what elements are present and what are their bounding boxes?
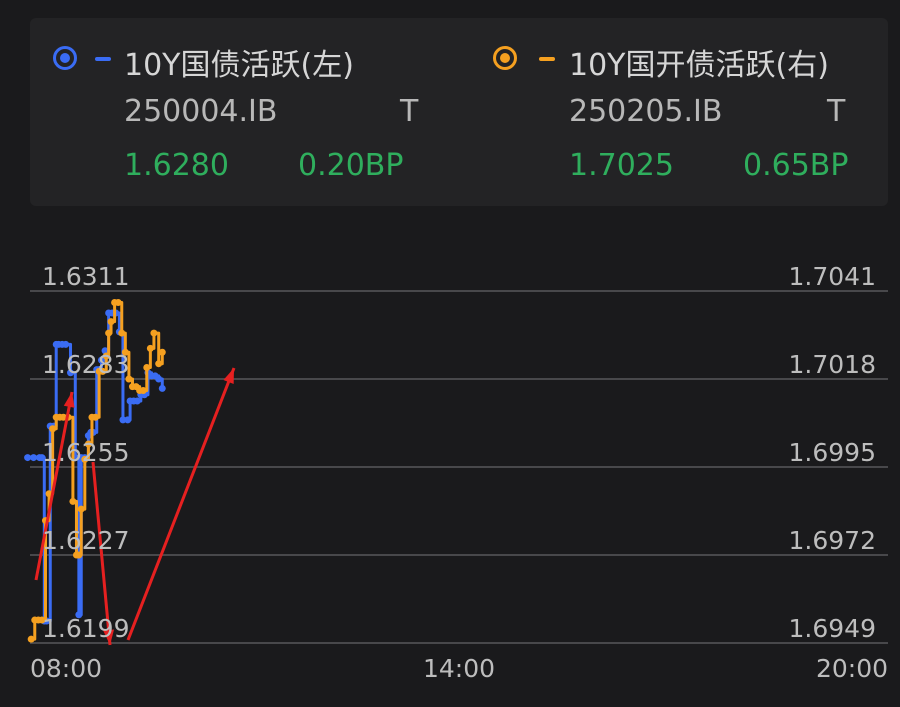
right-axis-tick: 1.6972	[789, 526, 876, 555]
data-point	[158, 384, 166, 392]
data-point	[158, 348, 166, 356]
data-point	[107, 318, 115, 326]
data-point	[139, 386, 147, 394]
arrow-head	[223, 368, 234, 384]
x-axis-tick: 14:00	[423, 654, 495, 683]
data-point	[114, 298, 122, 306]
x-axis-tick: 20:00	[816, 654, 888, 683]
left-axis-tick: 1.6227	[42, 526, 129, 555]
left-axis-tick: 1.6199	[42, 614, 129, 643]
left-axis-tick: 1.6255	[42, 438, 129, 467]
right-axis-tick: 1.7041	[789, 262, 876, 291]
axis-labels: 1.6311 1.6283 1.6255 1.6227 1.6199 1.7041 1.70…	[30, 262, 888, 683]
annotation-arrows	[34, 367, 236, 646]
data-point	[155, 360, 163, 368]
left-axis-tick: 1.6283	[42, 350, 129, 379]
data-point	[143, 364, 151, 372]
data-point	[62, 340, 70, 348]
data-point	[92, 413, 100, 421]
data-point	[118, 329, 126, 337]
right-axis-tick: 1.7018	[789, 350, 876, 379]
data-point	[77, 505, 85, 513]
data-point	[146, 344, 154, 352]
data-point	[133, 397, 141, 405]
data-point	[105, 329, 113, 337]
data-point	[30, 454, 38, 462]
right-axis-tick: 1.6949	[789, 614, 876, 643]
intraday-yield-chart[interactable]: 1.6311 1.6283 1.6255 1.6227 1.6199 1.7041 1.70…	[0, 0, 900, 707]
x-axis-tick: 08:00	[30, 654, 102, 683]
annotation-arrow	[126, 367, 236, 641]
left-axis-tick: 1.6311	[42, 262, 129, 291]
data-point	[150, 329, 158, 337]
data-point	[69, 497, 77, 505]
data-point	[27, 635, 35, 643]
data-point	[155, 375, 163, 383]
data-point	[49, 425, 57, 433]
data-point	[24, 454, 32, 462]
data-point	[124, 416, 132, 424]
right-axis-tick: 1.6995	[789, 438, 876, 467]
